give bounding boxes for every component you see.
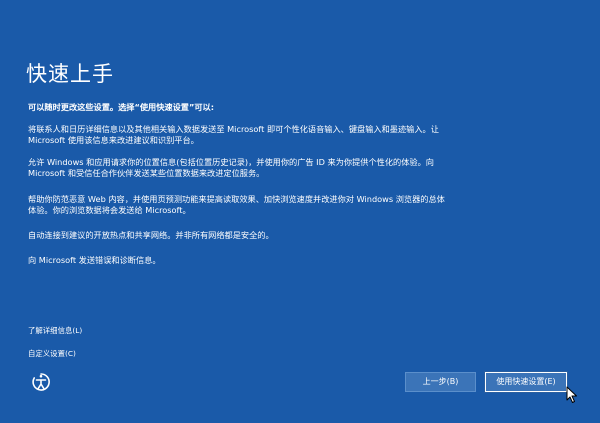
setting-description-input: 将联系人和日历详细信息以及其他相关输入数据发送至 Microsoft 即可个性化… (28, 124, 439, 145)
page-title: 快速上手 (26, 62, 114, 86)
setting-description-diagnostics: 向 Microsoft 发送错误和诊断信息。 (28, 255, 161, 265)
setting-description-location: 允许 Windows 和应用请求你的位置信息(包括位置历史记录)，并使用你的广告… (28, 157, 434, 178)
use-express-settings-button[interactable]: 使用快速设置(E) (484, 371, 568, 393)
page-subtitle: 可以随时更改这些设置。选择“使用快速设置”可以: (28, 102, 214, 112)
oobe-express-settings-screen: 快速上手 可以随时更改这些设置。选择“使用快速设置”可以: 将联系人和日历详细信… (0, 0, 600, 423)
setting-description-browser: 帮助你防范恶意 Web 内容，并使用页预测功能来提高读取效果、加快浏览速度并改进… (28, 194, 445, 215)
setting-description-hotspots: 自动连接到建议的开放热点和共享网络。并非所有网络都是安全的。 (28, 230, 274, 240)
back-button[interactable]: 上一步(B) (405, 372, 476, 392)
ease-of-access-icon[interactable] (30, 371, 52, 393)
learn-more-link[interactable]: 了解详细信息(L) (28, 326, 82, 336)
customize-settings-link[interactable]: 自定义设置(C) (28, 349, 76, 359)
mouse-pointer-icon (566, 386, 577, 403)
